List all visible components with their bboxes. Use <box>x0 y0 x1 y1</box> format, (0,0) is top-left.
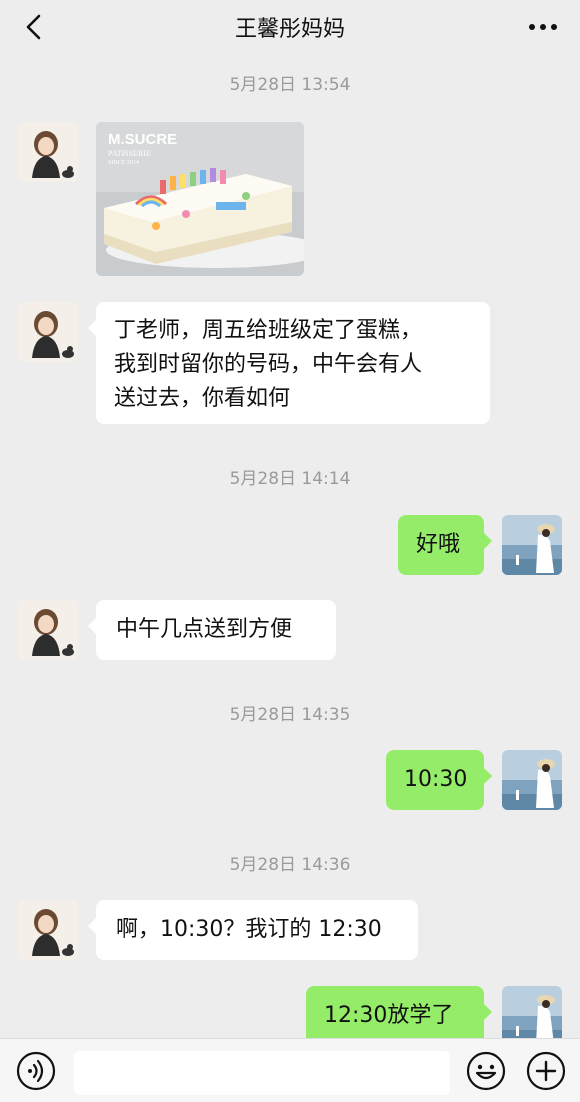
cake-photo[interactable]: M.SUCRE PATISSERIE SINCE 2014 <box>96 122 304 276</box>
chat-area[interactable]: 5月28日 13:54 M.SUCRE PATISSERIE SINCE 201… <box>0 54 580 1038</box>
more-dots-icon[interactable] <box>526 10 560 44</box>
avatar-contact[interactable] <box>18 302 78 362</box>
message-bubble[interactable]: 啊，10:30？我订的 12:30 <box>88 900 418 960</box>
message-bubble-self[interactable]: 12:30放学了 <box>306 986 492 1038</box>
message-text: 12:30放学了 <box>324 1003 454 1028</box>
bubble-tail <box>88 618 96 634</box>
message-text: 啊，10:30？我订的 12:30 <box>116 917 382 942</box>
bubble-tail <box>484 1004 492 1020</box>
timestamp: 5月28日 14:14 <box>229 469 351 489</box>
top-bar: 王馨彤妈妈 <box>0 0 580 54</box>
message-text: 中午几点送到方便 <box>116 617 293 642</box>
chat-title: 王馨彤妈妈 <box>234 17 345 42</box>
message-bubble[interactable]: 丁老师，周五给班级定了蛋糕， 我到时留你的号码，中午会有人 送过去，你看如何 <box>88 302 490 424</box>
timestamp: 5月28日 14:36 <box>229 855 351 875</box>
avatar-contact[interactable] <box>18 900 78 960</box>
voice-icon[interactable] <box>16 1051 56 1091</box>
message-input[interactable] <box>74 1051 450 1095</box>
plus-circle-icon[interactable] <box>526 1051 566 1091</box>
avatar-self[interactable] <box>502 986 562 1038</box>
message-line: 丁老师，周五给班级定了蛋糕， <box>114 318 423 343</box>
timestamp: 5月28日 13:54 <box>229 75 351 95</box>
message-line: 我到时留你的号码，中午会有人 <box>114 352 423 377</box>
photo-sub-text: PATISSERIE <box>108 149 151 158</box>
message-bubble[interactable]: 中午几点送到方便 <box>88 600 336 660</box>
avatar-contact[interactable] <box>18 600 78 660</box>
message-line: 送过去，你看如何 <box>114 386 291 411</box>
bubble-tail <box>88 918 96 934</box>
input-bar <box>0 1038 580 1102</box>
avatar-self[interactable] <box>502 750 562 810</box>
message-bubble-self[interactable]: 好哦 <box>398 515 492 575</box>
emoji-icon[interactable] <box>466 1051 506 1091</box>
message-bubble-self[interactable]: 10:30 <box>386 750 492 810</box>
timestamp: 5月28日 14:35 <box>229 705 351 725</box>
message-text: 好哦 <box>416 532 461 557</box>
bubble-tail <box>484 768 492 784</box>
bubble-tail <box>88 320 96 336</box>
bubble-tail <box>484 533 492 549</box>
message-text: 10:30 <box>404 767 468 792</box>
avatar-self[interactable] <box>502 515 562 575</box>
photo-brand-text: M.SUCRE <box>108 131 177 148</box>
avatar-contact[interactable] <box>18 122 78 182</box>
photo-sub2-text: SINCE 2014 <box>108 160 139 166</box>
